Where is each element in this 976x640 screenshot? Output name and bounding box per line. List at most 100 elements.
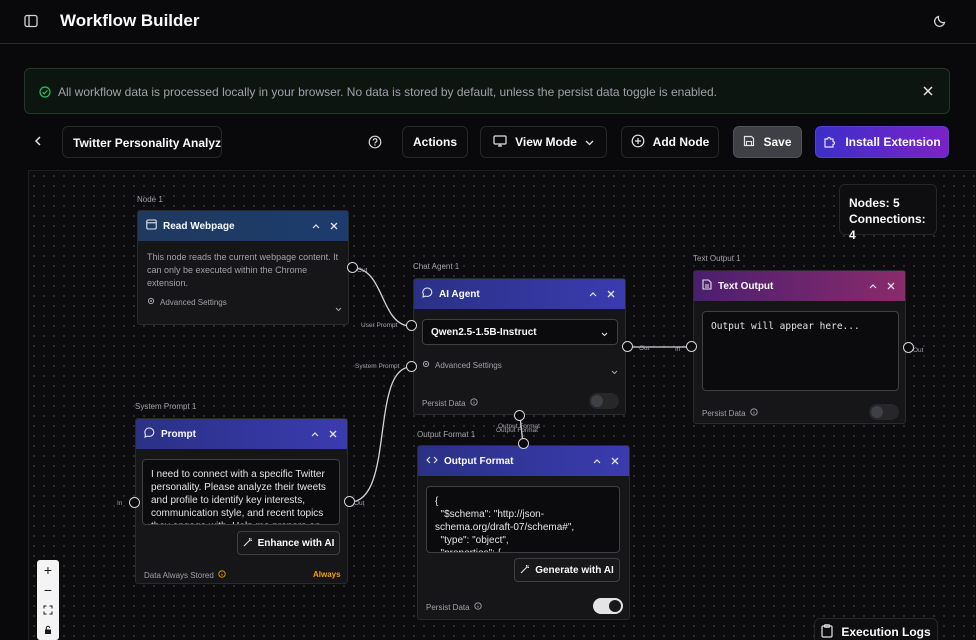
node-description: This node reads the current webpage cont… <box>147 252 339 288</box>
save-button[interactable]: Save <box>733 126 802 158</box>
schema-textarea[interactable]: { "$schema": "http://json- schema.org/dr… <box>426 486 620 553</box>
collapse-chevron-icon[interactable] <box>309 428 321 440</box>
read-webpage-node[interactable]: Read Webpage This node reads the current… <box>137 210 349 325</box>
info-icon <box>218 570 226 580</box>
output-format-port[interactable] <box>518 438 529 449</box>
privacy-notice: All workflow data is processed locally i… <box>24 68 950 114</box>
clipboard-icon <box>821 623 833 640</box>
chevron-down-icon <box>585 135 594 149</box>
persist-data-toggle[interactable] <box>593 598 623 614</box>
top-bar: Workflow Builder <box>0 0 976 44</box>
collapse-chevron-icon[interactable] <box>310 220 322 232</box>
close-icon[interactable] <box>327 428 339 440</box>
node-label: Chat Agent 1 <box>413 262 460 271</box>
fit-view-icon[interactable] <box>37 600 59 620</box>
node-title: Output Format <box>444 455 514 467</box>
back-chevron-icon[interactable] <box>28 131 48 151</box>
in-port[interactable] <box>129 497 140 508</box>
persist-data-label: Persist Data <box>426 602 482 612</box>
chevron-down-icon[interactable] <box>335 299 342 317</box>
zoom-in-icon[interactable]: + <box>37 560 59 580</box>
collapse-chevron-icon[interactable] <box>591 455 603 467</box>
output-textarea[interactable]: Output will appear here... <box>702 311 899 391</box>
user-prompt-port-label: User Prompt <box>361 322 398 329</box>
advanced-settings-toggle[interactable]: Advanced Settings <box>422 360 502 370</box>
persist-data-toggle[interactable] <box>589 393 619 409</box>
node-header[interactable]: Read Webpage <box>138 211 348 241</box>
lock-icon[interactable] <box>37 620 59 640</box>
view-mode-dropdown[interactable]: View Mode <box>480 126 607 158</box>
out-port-label: Out <box>354 500 365 507</box>
close-icon[interactable] <box>885 280 897 292</box>
chevron-down-icon <box>601 329 608 340</box>
output-format-port[interactable] <box>514 410 525 421</box>
in-port-label: In <box>117 500 123 507</box>
node-header[interactable]: Text Output <box>694 271 905 301</box>
node-header[interactable]: Prompt <box>136 419 347 449</box>
model-select-value: Qwen2.5-1.5B-Instruct <box>431 327 537 338</box>
node-header[interactable]: AI Agent <box>414 279 625 309</box>
zoom-out-icon[interactable]: − <box>37 580 59 600</box>
output-format-node[interactable]: Output Format { "$schema": "http://json-… <box>417 445 630 620</box>
close-icon[interactable] <box>605 288 617 300</box>
execution-logs-button[interactable]: Execution Logs <box>814 618 938 640</box>
node-header[interactable]: Output Format <box>418 446 629 476</box>
in-port[interactable] <box>686 341 697 352</box>
code-icon <box>426 455 438 468</box>
node-title: Read Webpage <box>163 220 235 232</box>
node-label: Text Output 1 <box>693 254 741 263</box>
enhance-with-ai-button[interactable]: Enhance with AI <box>237 531 340 555</box>
browser-icon <box>146 219 157 233</box>
persist-data-toggle[interactable] <box>869 404 899 420</box>
magic-wand-icon <box>243 537 253 550</box>
info-icon <box>473 602 482 612</box>
document-icon <box>702 279 712 293</box>
out-port-label: Out <box>639 345 650 352</box>
gear-icon <box>147 297 155 307</box>
workflow-name-input[interactable]: Twitter Personality Analyz <box>62 126 222 158</box>
close-icon[interactable] <box>328 220 340 232</box>
persist-data-text: Persist Data <box>426 602 470 612</box>
generate-with-ai-button[interactable]: Generate with AI <box>514 558 620 582</box>
generate-label: Generate with AI <box>535 564 614 576</box>
save-icon <box>743 135 755 150</box>
user-prompt-port[interactable] <box>406 320 417 331</box>
install-extension-label: Install Extension <box>845 135 941 149</box>
chevron-down-icon[interactable] <box>611 362 618 380</box>
help-icon[interactable] <box>365 132 385 152</box>
install-extension-button[interactable]: Install Extension <box>815 126 949 158</box>
model-select[interactable]: Qwen2.5-1.5B-Instruct <box>422 319 618 345</box>
out-port-label: Out <box>913 347 924 354</box>
output-format-port-label: Output Format <box>496 427 538 434</box>
collapse-chevron-icon[interactable] <box>867 280 879 292</box>
ai-agent-node[interactable]: AI Agent Qwen2.5-1.5B-Instruct Advanced … <box>413 278 626 415</box>
close-icon[interactable] <box>918 81 938 101</box>
app-title: Workflow Builder <box>60 11 200 30</box>
out-port[interactable] <box>622 341 633 352</box>
puzzle-icon <box>823 134 837 151</box>
actions-label: Actions <box>412 135 457 149</box>
add-node-button[interactable]: Add Node <box>621 126 719 158</box>
collapse-chevron-icon[interactable] <box>587 288 599 300</box>
persist-data-text: Persist Data <box>702 408 746 418</box>
actions-button[interactable]: Actions <box>402 126 468 158</box>
prompt-textarea[interactable]: I need to connect with a specific Twitte… <box>142 459 340 525</box>
data-always-stored-label: Data Always Stored <box>144 570 226 580</box>
prompt-node[interactable]: Prompt I need to connect with a specific… <box>135 418 348 584</box>
magic-wand-icon <box>520 564 530 577</box>
moon-icon[interactable] <box>929 10 951 32</box>
system-prompt-port[interactable] <box>406 361 417 372</box>
info-icon <box>469 398 478 408</box>
add-node-label: Add Node <box>652 135 710 149</box>
persist-data-text: Persist Data <box>422 398 466 408</box>
sidebar-toggle-icon[interactable] <box>20 10 42 32</box>
node-title: AI Agent <box>439 288 480 300</box>
connections-count: Connections: 4 <box>849 212 926 242</box>
advanced-settings-toggle[interactable]: Advanced Settings <box>147 297 227 307</box>
gear-icon <box>422 360 430 370</box>
plus-circle-icon <box>631 134 645 151</box>
system-prompt-port-label: System Prompt <box>355 363 400 370</box>
text-output-node[interactable]: Text Output Output will appear here... P… <box>693 270 906 424</box>
close-icon[interactable] <box>609 455 621 467</box>
nodes-count: Nodes: 5 <box>849 196 900 210</box>
